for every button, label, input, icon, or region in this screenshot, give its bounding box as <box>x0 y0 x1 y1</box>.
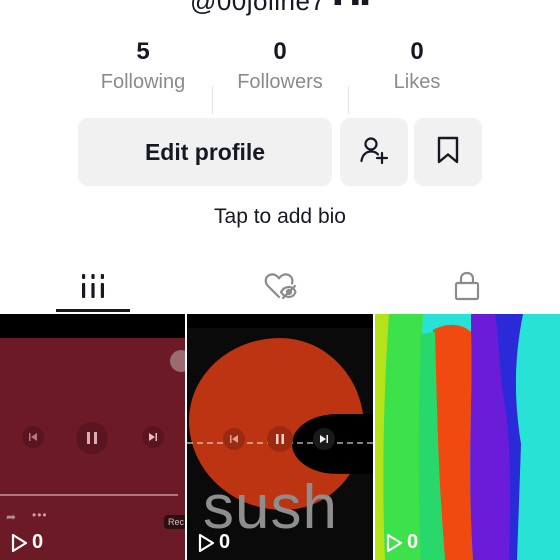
grid-videos-icon <box>80 272 106 305</box>
view-count-value: 0 <box>219 531 231 553</box>
view-count: 0 <box>10 531 43 554</box>
stat-following[interactable]: 5 Following <box>73 36 213 96</box>
edit-profile-button[interactable]: Edit profile <box>78 118 332 186</box>
active-tab-indicator <box>56 309 130 312</box>
lock-icon <box>453 270 481 307</box>
following-count: 5 <box>136 38 150 65</box>
more-icon: ••• <box>32 508 48 522</box>
avatar <box>170 350 185 372</box>
play-icon <box>386 533 403 552</box>
view-count-value: 0 <box>32 531 44 553</box>
following-label: Following <box>100 71 186 93</box>
likes-count: 0 <box>410 38 424 65</box>
progress-track <box>0 494 178 496</box>
share-icon: ➦ <box>6 510 17 524</box>
next-icon <box>313 428 335 450</box>
video-grid: ➦ ••• Rec 0 sush 0 0 <box>0 314 560 560</box>
tab-private[interactable] <box>374 262 560 314</box>
video-thumbnail[interactable]: sush 0 <box>187 314 373 560</box>
bookmark-icon <box>435 135 461 170</box>
profile-handle: @00joilne7 ▪ ▪▪ <box>189 0 371 16</box>
profile-tabs <box>0 262 560 314</box>
view-count: 0 <box>385 531 418 554</box>
video-thumbnail[interactable]: 0 <box>375 314 560 560</box>
add-friend-button[interactable] <box>340 118 408 186</box>
stats-row: 5 Following 0 Followers 0 Likes <box>0 36 560 114</box>
pause-icon <box>267 426 293 452</box>
followers-count: 0 <box>273 38 287 65</box>
view-count: 0 <box>197 531 230 554</box>
liked-hidden-icon <box>263 271 297 306</box>
likes-label: Likes <box>393 71 441 93</box>
followers-label: Followers <box>237 71 323 93</box>
stat-followers[interactable]: 0 Followers <box>210 36 350 96</box>
tab-liked[interactable] <box>187 262 373 314</box>
stat-likes[interactable]: 0 Likes <box>347 36 487 96</box>
next-icon <box>142 426 164 448</box>
view-count-value: 0 <box>407 531 419 553</box>
thumbnail-image <box>375 314 560 560</box>
play-icon <box>198 533 215 552</box>
prev-icon <box>22 426 44 448</box>
pause-icon <box>76 422 108 454</box>
overlay-label: Rec <box>164 515 185 529</box>
add-bio-link[interactable]: Tap to add bio <box>0 205 560 229</box>
tab-videos[interactable] <box>0 262 186 314</box>
video-thumbnail[interactable]: ➦ ••• Rec 0 <box>0 314 185 560</box>
prev-icon <box>223 428 245 450</box>
play-icon <box>11 533 28 552</box>
add-friend-icon <box>359 135 389 170</box>
favorites-button[interactable] <box>414 118 482 186</box>
